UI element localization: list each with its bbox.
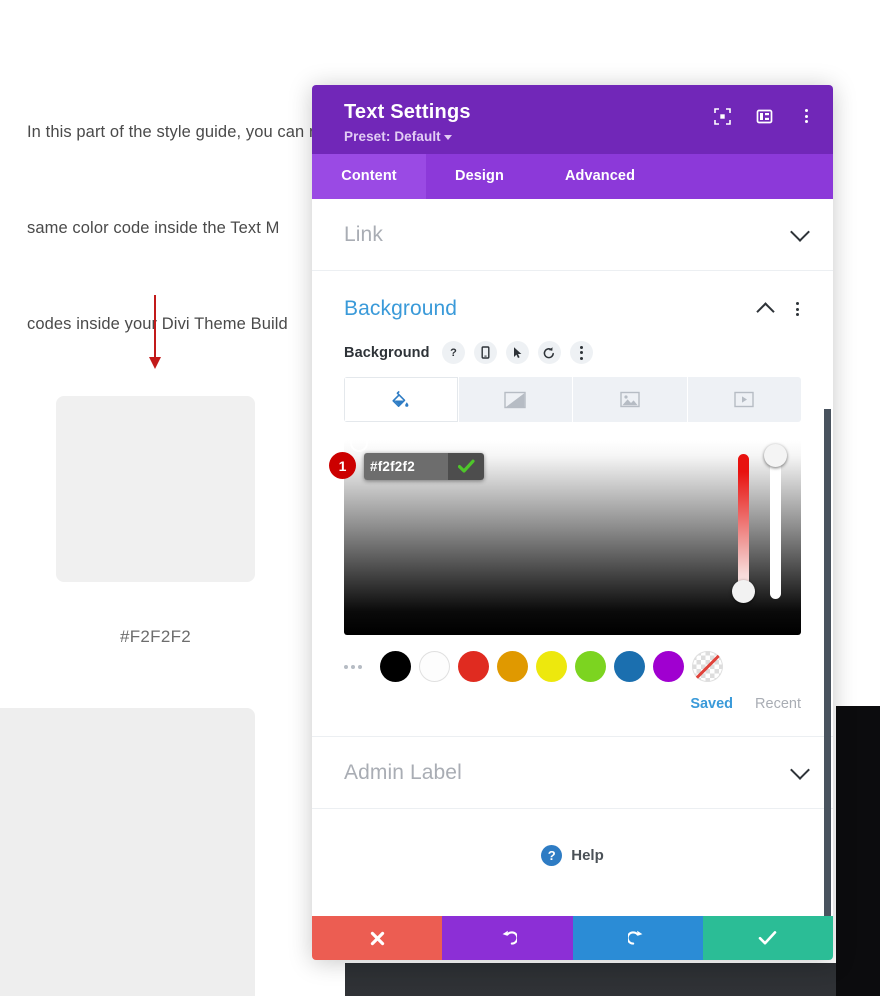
reset-icon[interactable] [537, 341, 561, 364]
annotation-arrow [146, 295, 166, 375]
section-background: Background Background ? #f2f2f2 1 Saved … [312, 271, 833, 737]
color-palette [344, 651, 801, 682]
text-settings-panel: Text Settings Preset: Default Content De… [312, 85, 833, 960]
hover-cursor-icon[interactable] [505, 341, 529, 364]
arrow-head [149, 357, 161, 369]
palette-tabs: Saved Recent [344, 696, 801, 712]
hex-color-input[interactable] [364, 453, 448, 480]
step-badge: 1 [329, 452, 356, 479]
background-color-tab[interactable] [344, 377, 459, 422]
tab-design[interactable]: Design [426, 154, 533, 199]
section-link[interactable]: Link [312, 199, 833, 271]
hue-slider[interactable] [738, 454, 749, 599]
help-label: Help [571, 847, 604, 864]
arrow-line [154, 295, 156, 361]
palette-tab-recent[interactable]: Recent [755, 696, 801, 712]
layout-icon[interactable] [755, 107, 773, 125]
swatch-white[interactable] [419, 651, 450, 682]
help-icon[interactable]: ? [441, 341, 465, 364]
panel-preset-label: Preset: Default [344, 129, 441, 144]
chevron-down-icon [790, 759, 810, 780]
swatch-yellow[interactable] [536, 651, 567, 682]
color-preview-block [56, 396, 255, 582]
chevron-down-icon [790, 221, 810, 242]
section-more-vertical-icon[interactable] [786, 298, 809, 321]
color-preview-block-secondary [0, 708, 255, 996]
swatch-blue[interactable] [614, 651, 645, 682]
swatch-black[interactable] [380, 651, 411, 682]
section-admin-label[interactable]: Admin Label [312, 737, 833, 809]
background-type-tabs [344, 377, 801, 422]
viewport-dark-bottom [345, 963, 880, 996]
section-link-label: Link [344, 222, 383, 246]
panel-header: Text Settings Preset: Default [312, 85, 833, 154]
color-picker: 1 [329, 440, 801, 635]
panel-tabs: Content Design Advanced [312, 154, 833, 199]
color-preview-label: #F2F2F2 [119, 627, 192, 646]
panel-body: Link Background Background ? #f2f2f2 1 S… [312, 199, 833, 916]
viewport-dark-right [836, 706, 880, 996]
chevron-up-icon[interactable] [756, 302, 775, 321]
section-background-header[interactable]: Background [312, 271, 833, 325]
swatch-green[interactable] [575, 651, 606, 682]
dots-glyph [804, 109, 808, 123]
save-button[interactable] [702, 916, 833, 960]
swatch-transparent[interactable] [692, 651, 723, 682]
swatch-purple[interactable] [653, 651, 684, 682]
scrollbar-thumb[interactable] [824, 409, 831, 916]
section-admin-label-title: Admin Label [344, 760, 462, 784]
dots-glyph [796, 302, 799, 316]
help-icon: ? [541, 845, 563, 866]
panel-footer [312, 916, 833, 960]
background-field-row: Background ? [312, 325, 833, 364]
background-video-tab[interactable] [687, 377, 801, 422]
alpha-slider-handle[interactable] [764, 444, 787, 467]
panel-header-icons [713, 107, 815, 125]
tab-advanced[interactable]: Advanced [533, 154, 667, 199]
swatch-red[interactable] [458, 651, 489, 682]
hex-confirm-button[interactable] [448, 453, 484, 480]
section-background-label: Background [344, 297, 458, 320]
screenshot-root: In this part of the style guide, you can… [0, 0, 880, 996]
alpha-slider[interactable] [770, 454, 781, 599]
palette-more-icon[interactable] [344, 664, 362, 669]
hue-slider-handle[interactable] [732, 580, 755, 603]
field-more-vertical-icon[interactable] [569, 341, 593, 364]
panel-scrollbar[interactable] [824, 199, 831, 916]
background-gradient-tab[interactable] [458, 377, 573, 422]
hex-input-group [364, 453, 484, 480]
help-button[interactable]: ? Help [312, 809, 833, 906]
palette-tab-saved[interactable]: Saved [690, 696, 733, 712]
background-image-tab[interactable] [573, 377, 688, 422]
responsive-icon[interactable] [473, 341, 497, 364]
saturation-value-handle[interactable] [350, 440, 368, 452]
panel-preset-selector[interactable]: Preset: Default [344, 129, 813, 144]
caret-down-icon [443, 134, 452, 140]
tab-content[interactable]: Content [312, 154, 426, 199]
swatch-orange[interactable] [497, 651, 528, 682]
dots-glyph [579, 345, 583, 360]
focus-icon[interactable] [713, 107, 731, 125]
redo-button[interactable] [572, 916, 703, 960]
background-field-label: Background [344, 344, 430, 361]
cancel-button[interactable] [312, 916, 443, 960]
svg-text:?: ? [450, 347, 457, 359]
undo-button[interactable] [442, 916, 573, 960]
more-vertical-icon[interactable] [797, 107, 815, 125]
section-background-controls [756, 298, 809, 321]
